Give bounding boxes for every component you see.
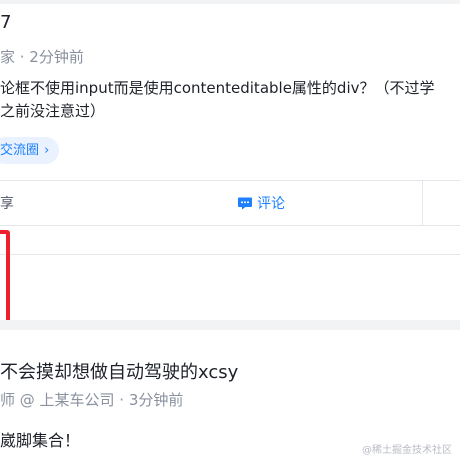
author-name-2[interactable]: 不会摸却想做自动驾驶的xcsy	[0, 358, 238, 384]
comment-label: 评论	[257, 196, 285, 212]
post-card-2: 不会摸却想做自动驾驶的xcsy 师 @ 上某车公司 · 3分钟前 崴脚集合！ @…	[0, 330, 460, 460]
action-divider	[422, 181, 423, 225]
post-meta: 家 · 2分钟前	[0, 48, 84, 66]
action-bar: 享 评论	[0, 180, 460, 226]
comment-button[interactable]: 评论	[237, 193, 285, 213]
content-line-2: 之前没注意过）	[0, 102, 106, 120]
post-card: 7 家 · 2分钟前 论框不使用input而是使用contenteditable…	[0, 4, 460, 320]
share-button[interactable]: 享	[0, 193, 14, 213]
author-name[interactable]: 7	[0, 12, 11, 33]
circle-tag[interactable]: 交流圈 ›	[0, 137, 60, 164]
comment-area-divider	[0, 254, 460, 255]
post-content: 论框不使用input而是使用contenteditable属性的div？（不过学…	[0, 77, 435, 123]
circle-tag-label: 交流圈	[0, 143, 40, 158]
post-meta-2: 师 @ 上某车公司 · 3分钟前	[0, 391, 184, 409]
highlight-box	[0, 230, 10, 320]
content-line-1: 论框不使用input而是使用contenteditable属性的div？（不过学	[0, 79, 435, 97]
chevron-right-icon: ›	[44, 143, 50, 158]
comment-icon	[238, 197, 252, 210]
watermark: @稀土掘金技术社区	[362, 445, 452, 456]
post-content-2: 崴脚集合！	[0, 431, 81, 450]
